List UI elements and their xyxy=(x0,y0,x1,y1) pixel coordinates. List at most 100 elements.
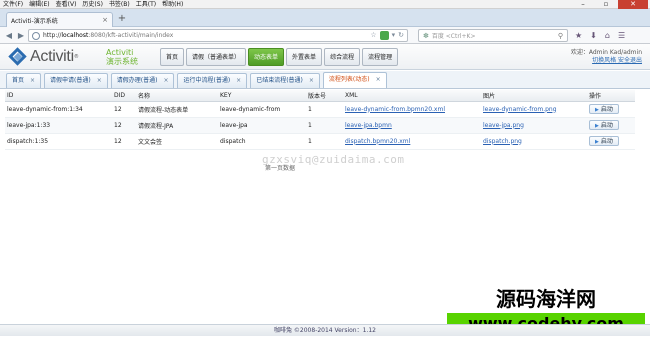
cell-image: leave-dynamic-from.png xyxy=(481,101,587,118)
col-header-name[interactable]: 名称 xyxy=(136,90,218,102)
menu-view[interactable]: 查看(V) xyxy=(53,0,80,8)
logo-mark-icon xyxy=(8,47,28,67)
tab-label: 已结束流程(普通) xyxy=(256,77,303,84)
table-row: leave-jpa:1:33 12 请假流程-JPA leave-jpa 1 l… xyxy=(5,117,635,134)
play-icon: ▶ xyxy=(595,123,599,129)
start-button[interactable]: ▶ 启动 xyxy=(589,120,619,130)
menu-process-management[interactable]: 流程管理 xyxy=(362,48,399,66)
cell-action: ▶ 启动 xyxy=(587,101,635,118)
star-icon[interactable]: ☆ xyxy=(370,31,376,40)
menu-history[interactable]: 历史(S) xyxy=(79,0,106,8)
tab-label: 首页 xyxy=(12,77,25,84)
bookmark-icon[interactable]: ★ xyxy=(575,31,582,40)
toolbar-icons: ★ ⬇ ⌂ ☰ xyxy=(575,31,625,40)
cell-xml: leave-jpa.bpmn xyxy=(343,117,481,134)
search-icon[interactable]: ⚲ xyxy=(558,32,563,40)
col-header-action[interactable]: 操作 xyxy=(587,90,635,102)
tab-title: Activiti-演示系统 xyxy=(11,17,58,25)
tab-finished-process[interactable]: 已结束流程(普通) × xyxy=(250,73,320,88)
close-window-icon[interactable]: ✕ xyxy=(618,0,648,9)
cell-id: leave-jpa:1:33 xyxy=(5,117,112,134)
tab-label: 运行中流程(普通) xyxy=(183,77,231,84)
image-link[interactable]: dispatch.png xyxy=(483,138,522,145)
cell-action: ▶ 启动 xyxy=(587,117,635,134)
xml-link[interactable]: dispatch.bpmn20.xml xyxy=(345,138,410,145)
search-box[interactable]: ✽ 百度 <Ctrl+K> ⚲ xyxy=(418,29,568,42)
cell-key: dispatch xyxy=(218,133,306,150)
xml-link[interactable]: leave-jpa.bpmn xyxy=(345,122,392,129)
cell-version: 1 xyxy=(306,117,343,134)
tab-leave-apply[interactable]: 请假申请(普通) × xyxy=(44,73,108,88)
reload-icon[interactable]: ↻ xyxy=(398,31,404,40)
col-header-id[interactable]: ID xyxy=(5,90,112,102)
main-menu: 首页 请假（普通表单） 动态表单 外置表单 综合流程 流程管理 xyxy=(160,48,399,66)
cell-version: 1 xyxy=(306,101,343,118)
col-header-version[interactable]: 版本号 xyxy=(306,90,343,102)
user-links[interactable]: 切换风格 安全退出 xyxy=(571,57,642,65)
tab-label: 流程列表(动态) xyxy=(328,76,370,83)
tab-close-icon[interactable]: × xyxy=(236,74,241,88)
pager-text: 第一页数据 xyxy=(265,165,296,172)
dropdown-icon[interactable]: ▾ xyxy=(392,31,396,40)
new-tab-icon[interactable]: + xyxy=(115,13,129,25)
cell-name: 请假流程-动态表单 xyxy=(136,101,218,118)
menu-bookmarks[interactable]: 书签(B) xyxy=(106,0,133,8)
start-button[interactable]: ▶ 启动 xyxy=(589,104,619,114)
tab-close-icon[interactable]: × xyxy=(30,74,35,88)
search-engine-icon: ✽ xyxy=(423,31,429,40)
cell-key: leave-dynamic-from xyxy=(218,101,306,118)
minimize-icon[interactable]: – xyxy=(572,0,594,9)
home-icon[interactable]: ⌂ xyxy=(605,31,610,40)
cell-name: 请假流程-JPA xyxy=(136,117,218,134)
table-header-row: ID DID 名称 KEY 版本号 XML 图片 操作 xyxy=(5,90,635,102)
menu-home[interactable]: 首页 xyxy=(160,48,185,66)
app-footer: 咖啡兔 ©2008-2014 Version：1.12 xyxy=(0,324,650,336)
menu-help[interactable]: 帮助(H) xyxy=(159,0,186,8)
back-icon[interactable]: ◀ xyxy=(3,30,15,41)
menu-file[interactable]: 文件(F) xyxy=(0,0,26,8)
col-header-did[interactable]: DID xyxy=(112,90,136,102)
table-row: leave-dynamic-from:1:34 12 请假流程-动态表单 lea… xyxy=(5,101,635,118)
browser-navbar: ◀ ▶ http://localhost:8080/kft-activiti/m… xyxy=(0,27,650,44)
hamburger-menu-icon[interactable]: ☰ xyxy=(618,31,625,40)
tab-leave-handle[interactable]: 请假办理(普通) × xyxy=(110,73,175,88)
cell-key: leave-jpa xyxy=(218,117,306,134)
url-path: :8080/kft-activiti/main/index xyxy=(88,32,174,39)
tab-process-list-dynamic[interactable]: 流程列表(动态) × xyxy=(322,72,387,88)
col-header-xml[interactable]: XML xyxy=(343,90,481,102)
tab-close-icon[interactable]: × xyxy=(102,16,108,24)
image-link[interactable]: leave-dynamic-from.png xyxy=(483,106,557,113)
shield-icon[interactable] xyxy=(379,31,389,40)
browser-tab[interactable]: Activiti-演示系统 × xyxy=(6,12,113,27)
play-icon: ▶ xyxy=(595,139,599,145)
tab-close-icon[interactable]: × xyxy=(309,74,314,88)
browser-tabbar: Activiti-演示系统 × + xyxy=(0,9,650,27)
tab-home[interactable]: 首页 × xyxy=(6,73,42,88)
search-placeholder: 百度 <Ctrl+K> xyxy=(431,33,476,40)
start-button[interactable]: ▶ 启动 xyxy=(589,136,619,146)
tab-close-icon[interactable]: × xyxy=(376,73,381,88)
col-header-key[interactable]: KEY xyxy=(218,90,306,102)
menu-integrated-process[interactable]: 综合流程 xyxy=(324,48,361,66)
menu-edit[interactable]: 编辑(E) xyxy=(26,0,52,8)
tab-close-icon[interactable]: × xyxy=(163,74,168,88)
play-icon: ▶ xyxy=(595,107,599,113)
table-row: dispatch:1:35 12 文文会签 dispatch 1 dispatc… xyxy=(5,133,635,150)
tab-running-process[interactable]: 运行中流程(普通) × xyxy=(177,73,248,88)
download-icon[interactable]: ⬇ xyxy=(590,31,597,40)
forward-icon[interactable]: ▶ xyxy=(15,30,27,41)
menu-tools[interactable]: 工具(T) xyxy=(133,0,159,8)
tab-close-icon[interactable]: × xyxy=(97,74,102,88)
process-grid: ID DID 名称 KEY 版本号 XML 图片 操作 leave-dynami… xyxy=(5,90,635,150)
col-header-image[interactable]: 图片 xyxy=(481,90,587,102)
menu-leave-normal[interactable]: 请假（普通表单） xyxy=(186,48,247,66)
xml-link[interactable]: leave-dynamic-from.bpmn20.xml xyxy=(345,106,445,113)
menu-dynamic-form[interactable]: 动态表单 xyxy=(248,48,285,66)
app-title: Activiti 演示系统 xyxy=(106,48,138,66)
cell-version: 1 xyxy=(306,133,343,150)
maximize-icon[interactable]: ▫ xyxy=(595,0,617,9)
cell-id: dispatch:1:35 xyxy=(5,133,112,150)
image-link[interactable]: leave-jpa.png xyxy=(483,122,524,129)
address-bar[interactable]: http://localhost:8080/kft-activiti/main/… xyxy=(28,29,408,42)
menu-external-form[interactable]: 外置表单 xyxy=(286,48,323,66)
